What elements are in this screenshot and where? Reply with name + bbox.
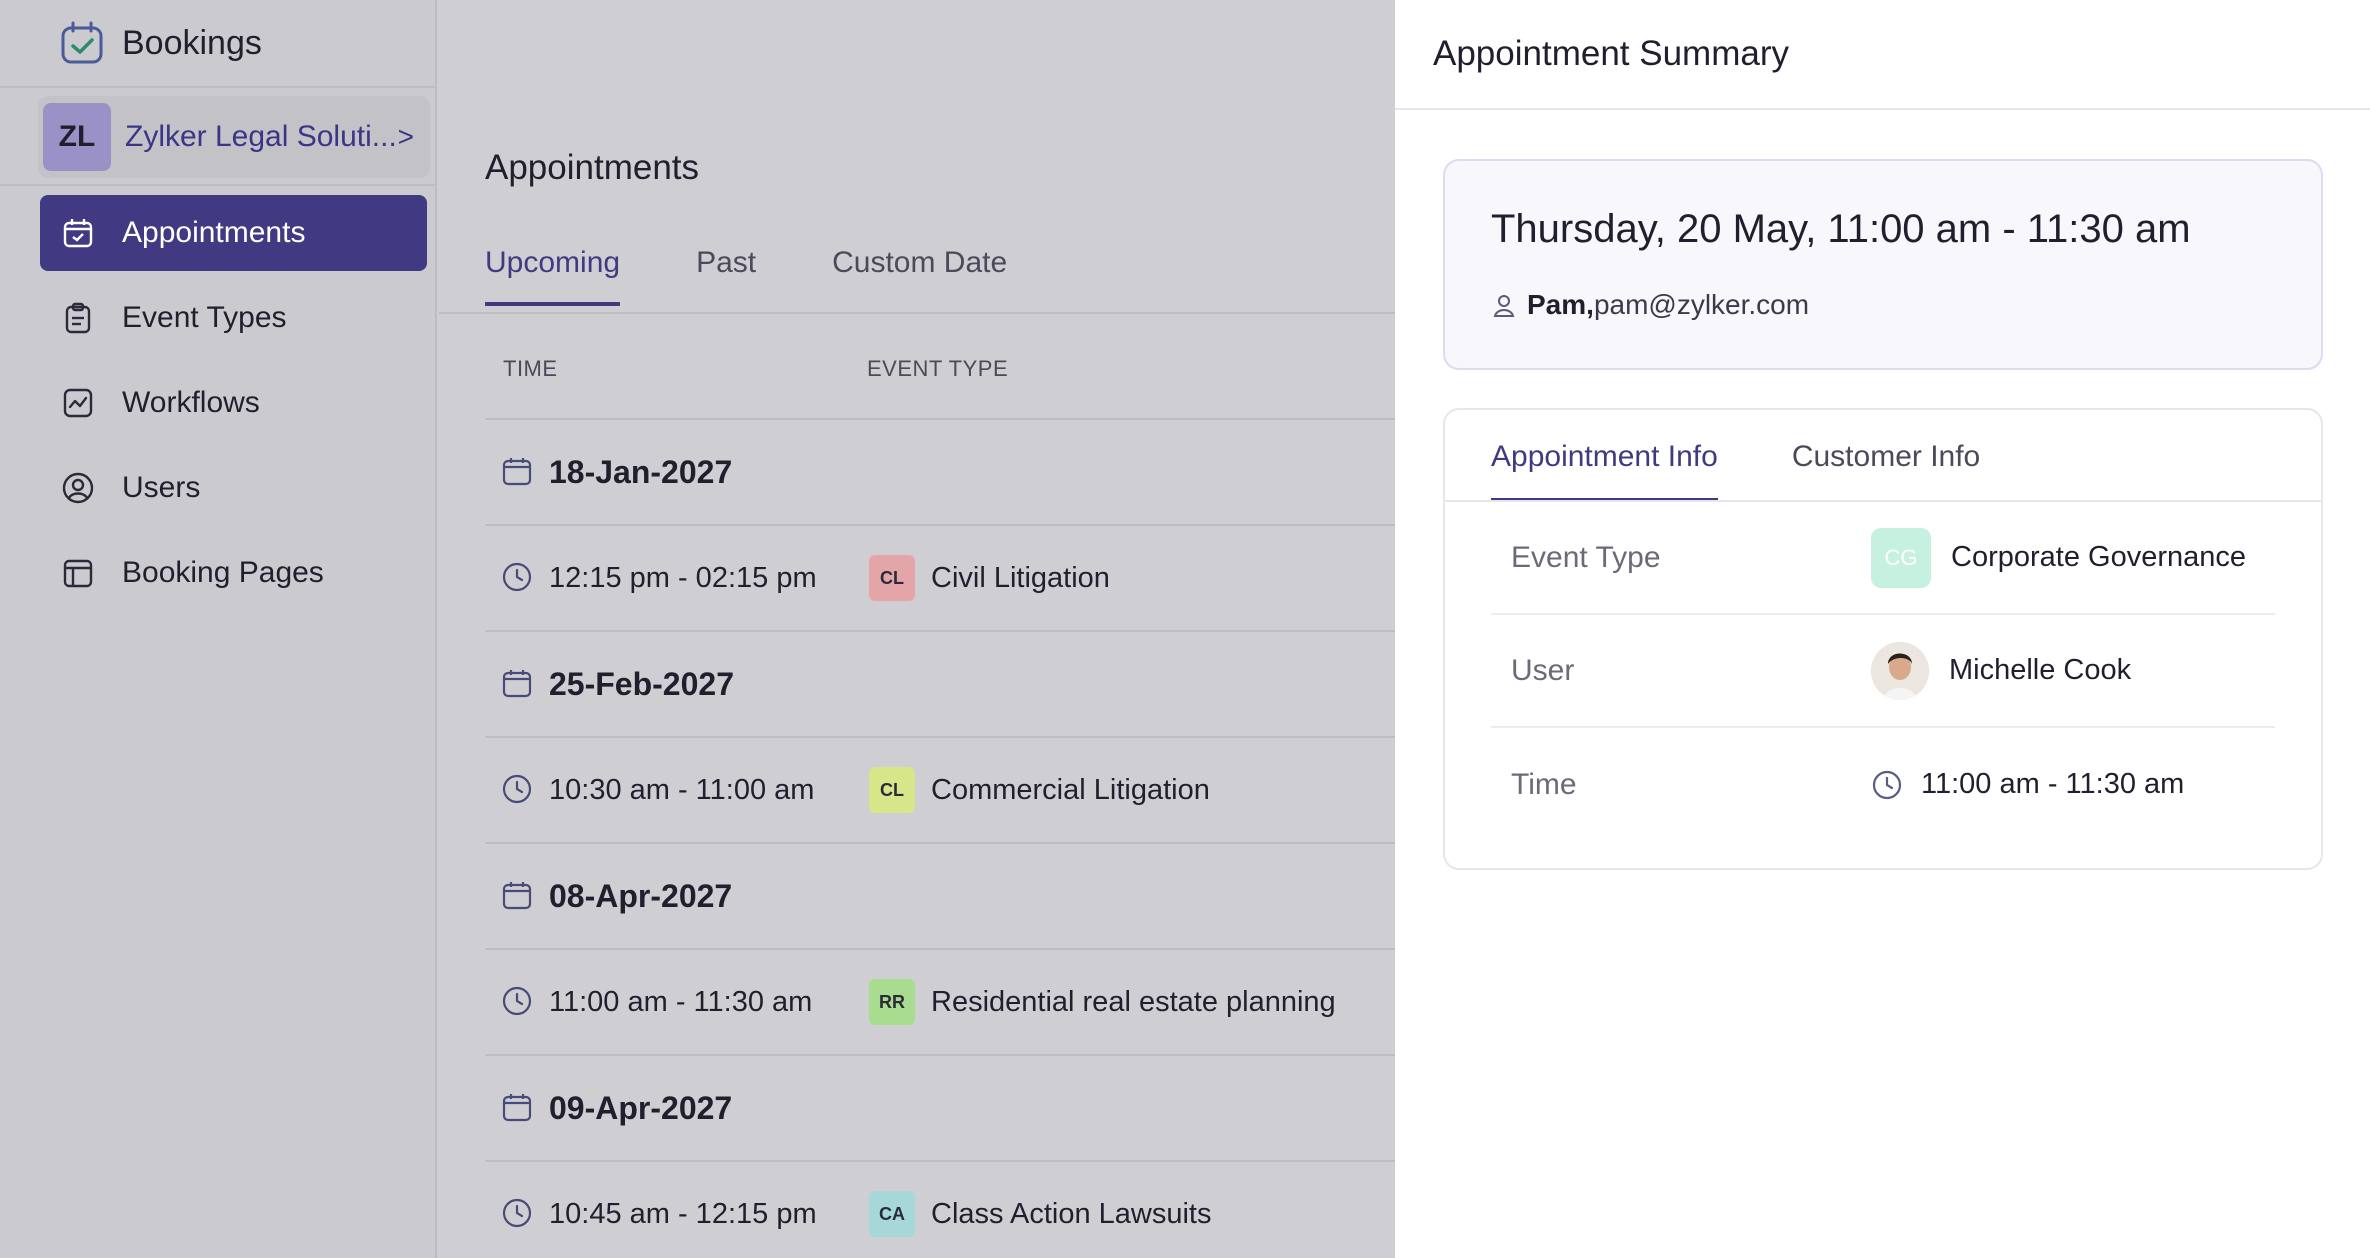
appointment-summary-panel: Appointment Summary Thursday, 20 May, 11… xyxy=(1395,0,2370,1258)
column-header-time: TIME xyxy=(503,356,558,381)
appointment-row[interactable]: 12:15 pm - 02:15 pm CL Civil Litigation xyxy=(485,524,1395,630)
sidebar-item-label: Event Types xyxy=(122,301,287,334)
page-title: Appointments xyxy=(485,148,700,187)
event-type-name: Civil Litigation xyxy=(931,561,1110,594)
tab-appointment-info[interactable]: Appointment Info xyxy=(1491,440,1718,502)
sidebar-item-label: Users xyxy=(122,471,201,504)
group-date: 08-Apr-2027 xyxy=(549,877,733,914)
tab-customer-info[interactable]: Customer Info xyxy=(1792,440,1980,502)
appointment-time: 10:30 am - 11:00 am xyxy=(549,773,815,806)
event-type-badge: CG xyxy=(1871,527,1931,588)
org-avatar: ZL xyxy=(43,103,111,171)
appointment-tabs: Upcoming Past Custom Date xyxy=(485,246,1083,306)
info-label: Event Type xyxy=(1511,540,1661,574)
appointment-list: 18-Jan-2027 12:15 pm - 02:15 pm CL Civil… xyxy=(485,418,1395,1258)
event-type-name: Commercial Litigation xyxy=(931,773,1210,806)
appointment-row[interactable]: 10:45 am - 12:15 pm CA Class Action Laws… xyxy=(485,1160,1395,1258)
calendar-icon xyxy=(501,455,535,489)
group-date: 18-Jan-2027 xyxy=(549,453,733,490)
tab-upcoming[interactable]: Upcoming xyxy=(485,246,621,306)
info-tabs: Appointment Info Customer Info xyxy=(1491,440,2054,502)
event-type-badge: CA xyxy=(869,1191,915,1237)
bookings-logo-icon xyxy=(61,21,103,64)
appointment-datetime: Thursday, 20 May, 11:00 am - 11:30 am xyxy=(1491,207,2191,251)
info-row-event-type: Event Type CG Corporate Governance xyxy=(1491,502,2275,615)
event-type-name: Corporate Governance xyxy=(1951,541,2246,573)
clock-icon xyxy=(501,773,535,807)
calendar-icon xyxy=(501,667,535,701)
brand-header: Bookings xyxy=(0,0,437,88)
info-card: Appointment Info Customer Info Event Typ… xyxy=(1443,408,2323,870)
clock-icon xyxy=(501,561,535,595)
appointment-time: 10:45 am - 12:15 pm xyxy=(549,1197,817,1230)
calendar-icon xyxy=(501,1091,535,1125)
appointment-time: 12:15 pm - 02:15 pm xyxy=(549,561,817,594)
sidebar-divider xyxy=(0,184,437,186)
tab-past[interactable]: Past xyxy=(696,246,756,306)
appointment-row[interactable]: 11:00 am - 11:30 am RR Residential real … xyxy=(485,948,1395,1054)
panel-title: Appointment Summary xyxy=(1395,0,2370,110)
sidebar-item-booking-pages[interactable]: Booking Pages xyxy=(40,535,427,611)
appointment-row[interactable]: 10:30 am - 11:00 am CL Commercial Litiga… xyxy=(485,736,1395,842)
event-type-badge: CL xyxy=(869,555,915,601)
info-row-time: Time 11:00 am - 11:30 am xyxy=(1491,728,2275,841)
appointment-time: 11:00 am - 11:30 am xyxy=(549,985,813,1018)
event-type-badge: CL xyxy=(869,767,915,813)
user-avatar xyxy=(1871,641,1929,700)
info-value: 11:00 am - 11:30 am xyxy=(1871,768,2184,801)
time-value: 11:00 am - 11:30 am xyxy=(1921,768,2185,800)
sidebar-nav: Appointments Event Types Workflows Users… xyxy=(40,195,427,620)
booking-page-icon xyxy=(60,555,96,591)
sidebar-item-event-types[interactable]: Event Types xyxy=(40,280,427,356)
info-value: Michelle Cook xyxy=(1871,641,2132,700)
sidebar-item-label: Appointments xyxy=(122,216,306,249)
clock-icon xyxy=(501,985,535,1019)
org-name: Zylker Legal Soluti... xyxy=(125,120,397,153)
user-icon xyxy=(1493,295,1515,317)
user-circle-icon xyxy=(60,470,96,506)
date-group-header: 09-Apr-2027 xyxy=(485,1054,1395,1160)
clock-icon xyxy=(501,1197,535,1231)
summary-card: Thursday, 20 May, 11:00 am - 11:30 am Pa… xyxy=(1443,159,2323,370)
clipboard-icon xyxy=(60,300,96,336)
appointments-main: Appointments Upcoming Past Custom Date T… xyxy=(439,0,1395,1258)
calendar-icon xyxy=(501,879,535,913)
info-rows: Event Type CG Corporate Governance User … xyxy=(1491,502,2275,841)
tabs-divider xyxy=(439,312,1395,314)
workflow-icon xyxy=(60,385,96,421)
calendar-check-icon xyxy=(60,215,96,251)
sidebar-item-label: Booking Pages xyxy=(122,556,324,589)
info-label: User xyxy=(1511,653,1575,687)
info-label: Time xyxy=(1511,767,1577,801)
chevron-right-icon: > xyxy=(397,121,414,152)
clock-icon xyxy=(1872,770,1902,799)
sidebar-item-workflows[interactable]: Workflows xyxy=(40,365,427,441)
date-group-header: 25-Feb-2027 xyxy=(485,630,1395,736)
event-type-name: Residential real estate planning xyxy=(931,985,1336,1018)
tab-custom-date[interactable]: Custom Date xyxy=(832,246,1007,306)
customer-line: Pam, pam@zylker.com xyxy=(1491,289,1809,321)
user-name: Michelle Cook xyxy=(1949,654,2132,686)
group-date: 09-Apr-2027 xyxy=(549,1089,733,1126)
sidebar-item-appointments[interactable]: Appointments xyxy=(40,195,427,271)
date-group-header: 18-Jan-2027 xyxy=(485,418,1395,524)
customer-name: Pam, xyxy=(1527,289,1594,320)
event-type-name: Class Action Lawsuits xyxy=(931,1197,1212,1230)
column-header-event-type: EVENT TYPE xyxy=(867,356,1009,381)
date-group-header: 08-Apr-2027 xyxy=(485,842,1395,948)
app-title: Bookings xyxy=(122,23,262,62)
event-type-badge: RR xyxy=(869,979,915,1025)
sidebar: Bookings ZL Zylker Legal Soluti... > App… xyxy=(0,0,437,1258)
info-value: CG Corporate Governance xyxy=(1871,527,2246,588)
sidebar-item-label: Workflows xyxy=(122,386,260,419)
customer-email: pam@zylker.com xyxy=(1593,289,1810,320)
info-row-user: User Michelle Cook xyxy=(1491,615,2275,728)
sidebar-item-users[interactable]: Users xyxy=(40,450,427,526)
group-date: 25-Feb-2027 xyxy=(549,665,734,702)
org-switcher[interactable]: ZL Zylker Legal Soluti... > xyxy=(38,96,430,178)
